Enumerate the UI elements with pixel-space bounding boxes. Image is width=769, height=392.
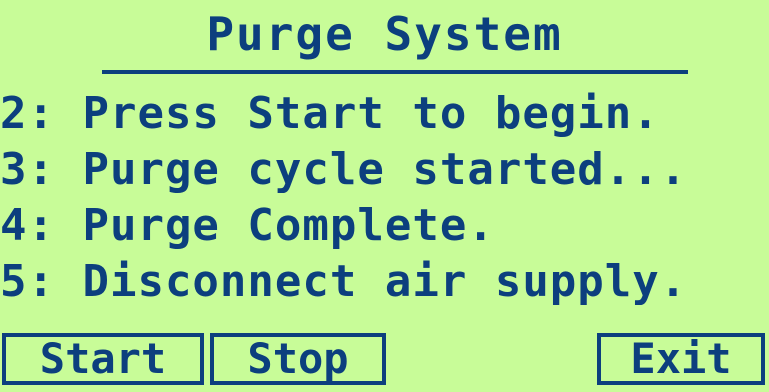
title-underline: [102, 70, 688, 74]
stop-button[interactable]: Stop: [210, 333, 386, 385]
exit-button[interactable]: Exit: [597, 333, 765, 385]
status-line-2: 2: Press Start to begin.: [0, 88, 660, 139]
status-line-3: 3: Purge cycle started...: [0, 144, 688, 195]
status-line-5: 5: Disconnect air supply.: [0, 256, 688, 307]
status-line-4: 4: Purge Complete.: [0, 200, 495, 251]
lcd-screen: Purge System 2: Press Start to begin. 3:…: [0, 0, 769, 392]
screen-title: Purge System: [206, 7, 563, 61]
start-button[interactable]: Start: [2, 333, 204, 385]
status-lines: 2: Press Start to begin. 3: Purge cycle …: [0, 86, 769, 310]
